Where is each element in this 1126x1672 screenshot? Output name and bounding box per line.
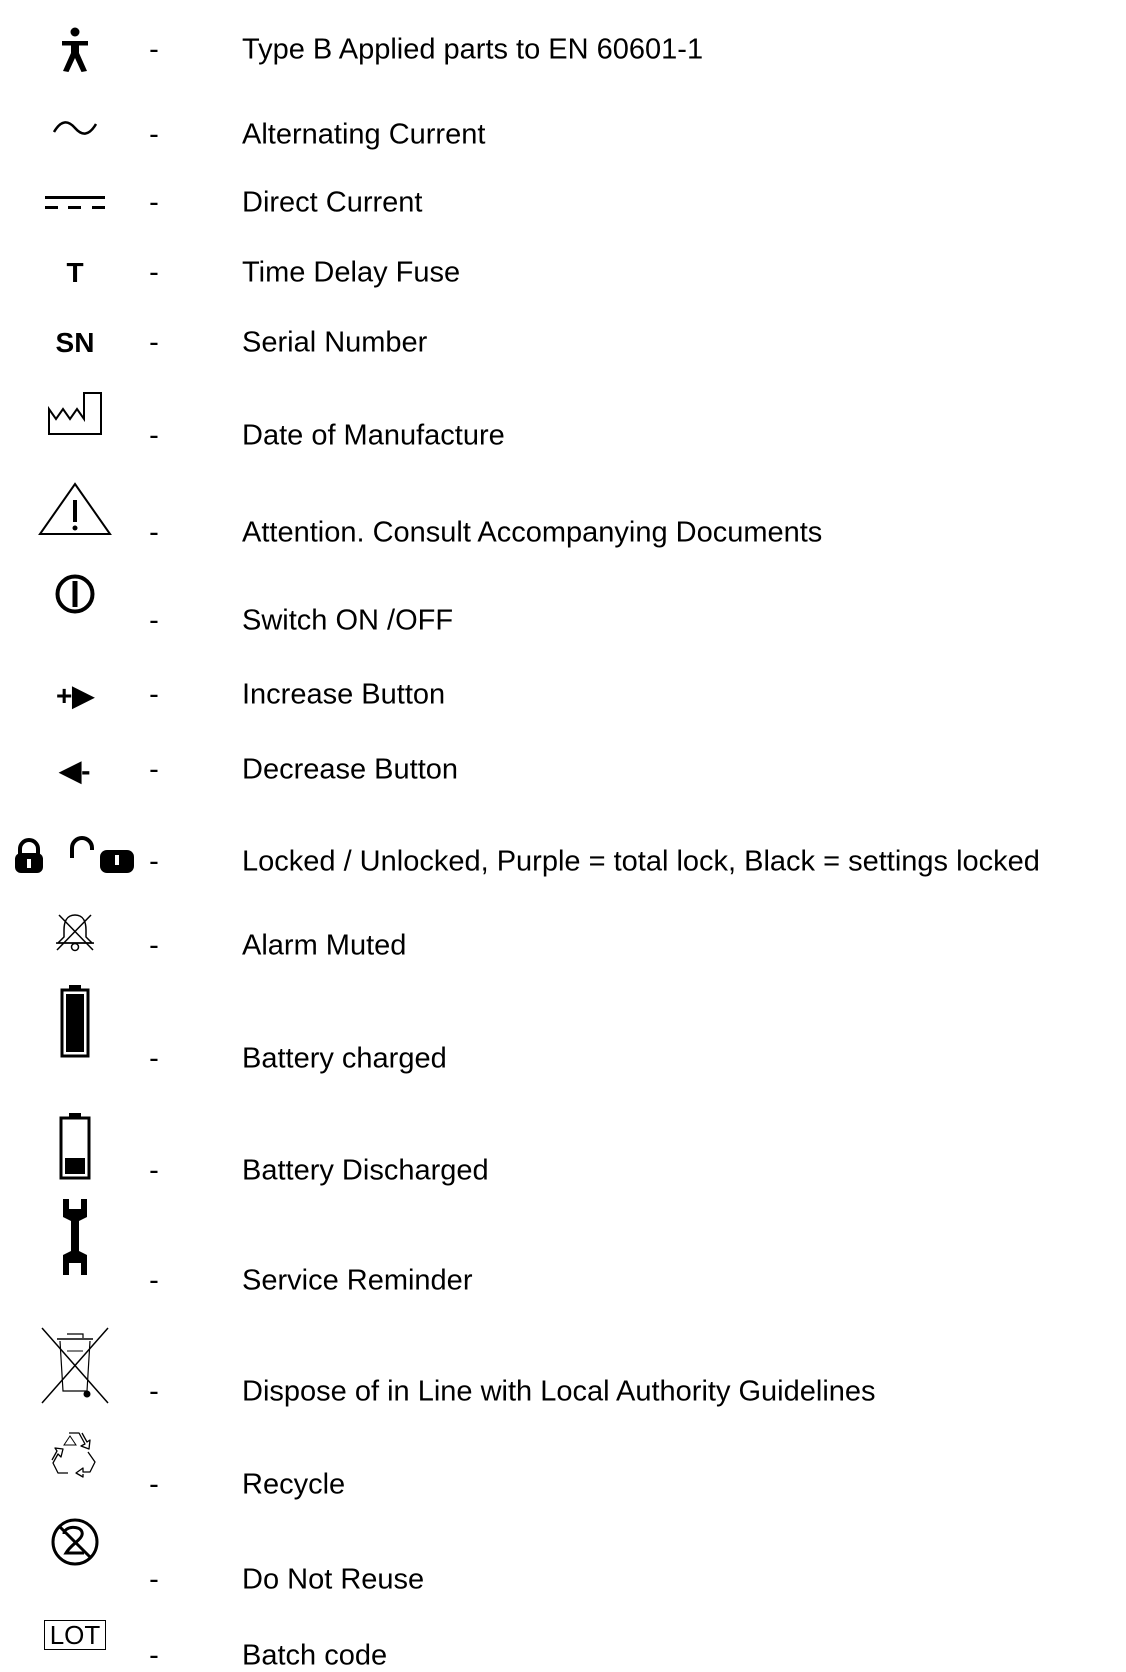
separator-dash: - (149, 1154, 159, 1187)
separator-dash: - (149, 33, 159, 66)
decrease-button-icon: ◀- (59, 754, 91, 786)
lock-unlock-icon (0, 836, 150, 876)
symbol-description: Attention. Consult Accompanying Document… (242, 516, 823, 549)
recycle-icon (10, 1429, 140, 1478)
do-not-reuse-icon (10, 1516, 140, 1568)
symbol-description: Alternating Current (242, 118, 486, 151)
lot-icon: LOT (10, 1618, 140, 1652)
separator-dash: - (149, 256, 159, 289)
symbol-description: Type B Applied parts to EN 60601-1 (242, 33, 704, 66)
type-b-applied-part-icon (10, 24, 140, 76)
separator-dash: - (149, 186, 159, 219)
separator-dash: - (149, 678, 159, 711)
symbol-description: Batch code (242, 1639, 388, 1672)
power-switch-icon (10, 569, 140, 619)
battery-discharged-icon (10, 1111, 140, 1181)
symbol-description: Date of Manufacture (242, 419, 505, 452)
symbol-description: Increase Button (242, 678, 446, 711)
battery-charged-icon (10, 983, 140, 1059)
symbol-description: Battery charged (242, 1042, 447, 1075)
separator-dash: - (149, 604, 159, 637)
alarm-muted-icon (10, 912, 140, 952)
symbol-description: Locked / Unlocked, Purple = total lock, … (242, 845, 1040, 878)
separator-dash: - (149, 516, 159, 549)
warning-triangle-icon (10, 481, 140, 537)
symbol-description: Direct Current (242, 186, 423, 219)
symbol-description: Battery Discharged (242, 1154, 489, 1187)
serial-number-icon: SN (55, 327, 95, 358)
crossed-out-bin-icon (10, 1324, 140, 1406)
separator-dash: - (149, 1639, 159, 1672)
symbol-description: Dispose of in Line with Local Authority … (242, 1375, 876, 1408)
symbol-description: Recycle (242, 1468, 346, 1501)
symbol-legend: - Type B Applied parts to EN 60601-1 - A… (0, 0, 1126, 1670)
increase-button-icon: +▶ (56, 679, 94, 711)
separator-dash: - (149, 753, 159, 786)
separator-dash: - (149, 1468, 159, 1501)
time-delay-fuse-icon: T (66, 257, 84, 288)
separator-dash: - (149, 1375, 159, 1408)
separator-dash: - (149, 118, 159, 151)
wrench-icon (10, 1197, 140, 1277)
symbol-description: Alarm Muted (242, 929, 407, 962)
separator-dash: - (149, 929, 159, 962)
symbol-description: Do Not Reuse (242, 1563, 425, 1596)
direct-current-icon (10, 191, 140, 215)
separator-dash: - (149, 1563, 159, 1596)
separator-dash: - (149, 326, 159, 359)
separator-dash: - (149, 419, 159, 452)
symbol-description: Decrease Button (242, 753, 459, 786)
separator-dash: - (149, 845, 159, 878)
alternating-current-icon (10, 113, 140, 143)
symbol-description: Service Reminder (242, 1264, 473, 1297)
symbol-description: Serial Number (242, 326, 428, 359)
symbol-description: Switch ON /OFF (242, 604, 454, 637)
symbol-description: Time Delay Fuse (242, 256, 461, 289)
separator-dash: - (149, 1042, 159, 1075)
date-of-manufacture-icon (10, 388, 140, 438)
separator-dash: - (149, 1264, 159, 1297)
